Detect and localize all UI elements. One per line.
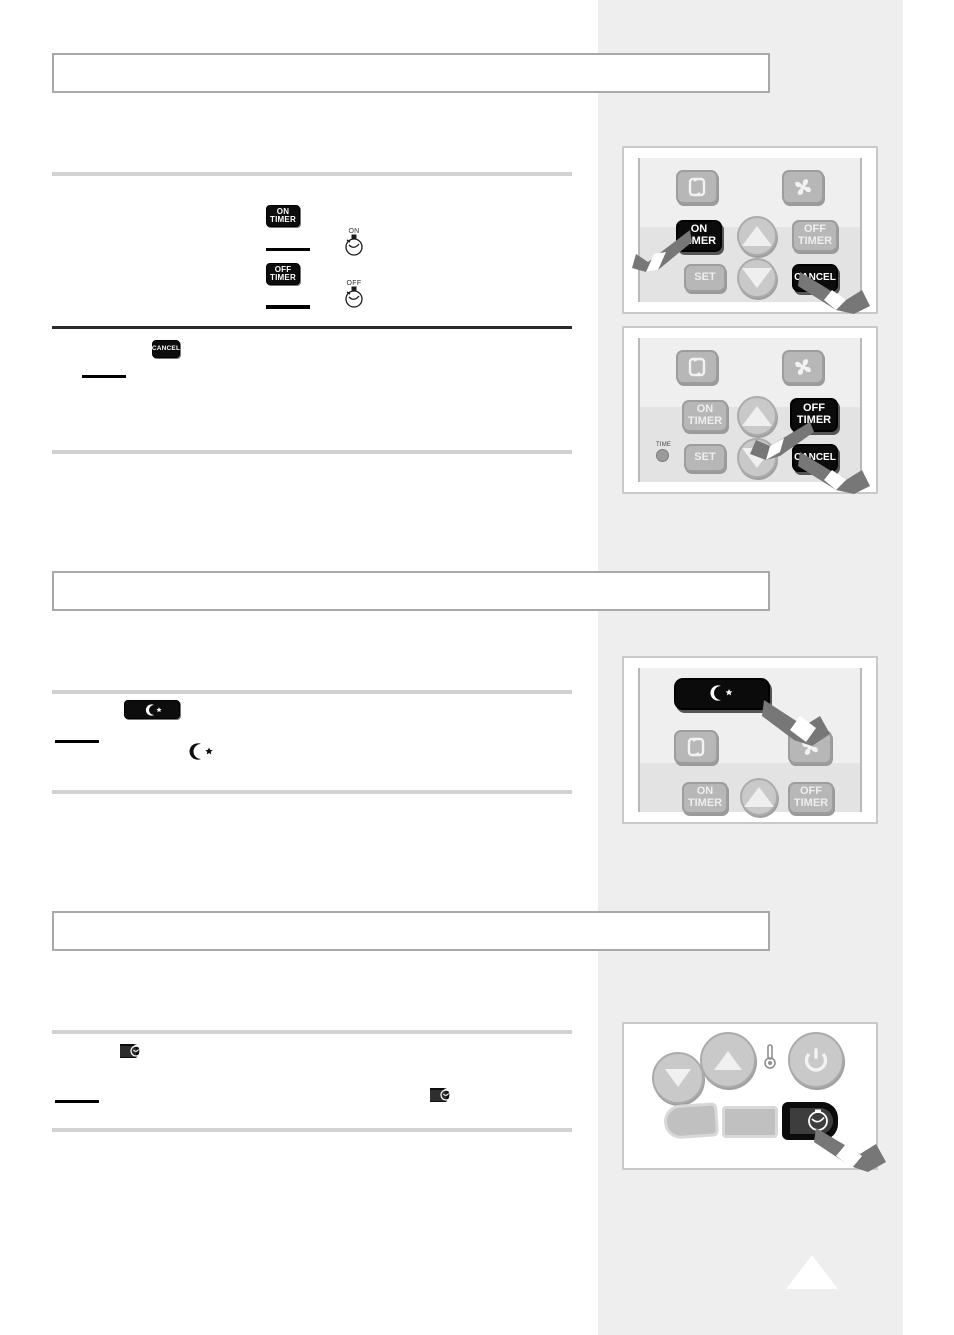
off-timer-button[interactable]: OFF TIMER	[788, 782, 834, 814]
divider-rule	[52, 450, 572, 454]
step-underline	[55, 1100, 99, 1103]
temp-up-button[interactable]	[737, 216, 777, 256]
fan-speed-button[interactable]	[782, 170, 824, 204]
swing-icon	[687, 737, 705, 757]
timer-display-off-icon: OFF	[340, 280, 368, 308]
figure-sleep-mode: ON TIMER OFF TIMER	[622, 656, 878, 824]
temp-up-button[interactable]	[740, 778, 778, 816]
temp-down-button[interactable]	[652, 1052, 704, 1104]
set-button[interactable]: SET	[684, 444, 726, 472]
page-nav-triangle	[786, 1255, 838, 1289]
figure-unit-panel	[622, 1022, 886, 1172]
swing-button[interactable]	[674, 730, 718, 764]
remote-control-illustration: ON TIMER OFF TIMER TIME SET CANCEL	[638, 338, 870, 494]
on-timer-key-icon: ON TIMER	[266, 205, 300, 227]
triangle-up-icon	[744, 787, 774, 807]
step-underline	[82, 375, 126, 378]
divider-rule	[52, 690, 572, 694]
time-indicator: TIME	[656, 442, 671, 462]
pointer-hand-icon	[628, 224, 698, 289]
thermometer-icon	[764, 1044, 776, 1069]
cancel-key-icon: CANCEL	[152, 340, 180, 358]
temp-up-button[interactable]	[700, 1032, 756, 1088]
divider-rule	[52, 1128, 572, 1132]
pointer-hand-icon	[796, 446, 876, 507]
figure-off-timer: ON TIMER OFF TIMER TIME SET CANCEL	[622, 326, 878, 494]
divider-rule	[52, 790, 572, 794]
timer-display-on-icon: ON	[340, 228, 368, 256]
section-heading-box-unit-timer	[52, 911, 770, 951]
sleep-key-icon	[124, 700, 180, 719]
swing-button[interactable]	[676, 170, 718, 204]
divider-rule	[52, 1030, 572, 1034]
swing-icon	[688, 357, 706, 377]
step-underline	[266, 248, 310, 251]
manual-page: ON TIMER ON OFF TIMER OFF CANCEL ON TIME…	[0, 0, 954, 1335]
center-vent-bar[interactable]	[722, 1106, 778, 1138]
sleep-display-symbol-icon	[188, 742, 218, 769]
off-timer-button[interactable]: OFF TIMER	[792, 220, 838, 252]
triangle-down-icon	[665, 1069, 691, 1087]
thermometer-indicator	[762, 1044, 778, 1075]
pointer-hand-icon	[796, 266, 876, 327]
sleep-button[interactable]	[674, 678, 770, 710]
pointer-hand-icon	[812, 1124, 892, 1185]
swing-button[interactable]	[676, 350, 718, 384]
step-underline	[55, 740, 99, 743]
time-led-dot	[656, 449, 669, 462]
left-vent-bar[interactable]	[662, 1102, 720, 1140]
swing-icon	[688, 177, 706, 197]
remote-control-illustration: ON TIMER OFF TIMER SET CANCEL	[632, 158, 870, 314]
fan-speed-button[interactable]	[782, 350, 824, 384]
on-timer-button[interactable]: ON TIMER	[682, 782, 728, 814]
triangle-down-icon	[742, 268, 772, 288]
remote-control-illustration: ON TIMER OFF TIMER	[638, 668, 862, 816]
on-timer-button[interactable]: ON TIMER	[682, 400, 728, 432]
off-timer-key-icon: OFF TIMER	[266, 263, 300, 285]
temp-down-button[interactable]	[737, 258, 777, 298]
fan-icon	[795, 359, 811, 375]
step-underline	[266, 305, 310, 309]
pointer-hand-icon	[760, 694, 840, 761]
figure-on-timer: ON TIMER OFF TIMER SET CANCEL	[622, 146, 878, 314]
unit-timer-key-icon-2	[428, 1084, 460, 1111]
power-icon	[804, 1048, 828, 1072]
power-button[interactable]	[788, 1032, 844, 1088]
fan-icon	[795, 179, 811, 195]
triangle-up-icon	[742, 226, 772, 246]
section-heading-box-sleep-mode	[52, 571, 770, 611]
unit-timer-key-icon	[118, 1040, 150, 1067]
divider-rule	[52, 172, 572, 176]
section-heading-box-timer-set	[52, 53, 770, 93]
triangle-up-icon	[714, 1050, 742, 1070]
divider-rule	[52, 326, 572, 329]
moon-star-icon	[710, 685, 733, 701]
